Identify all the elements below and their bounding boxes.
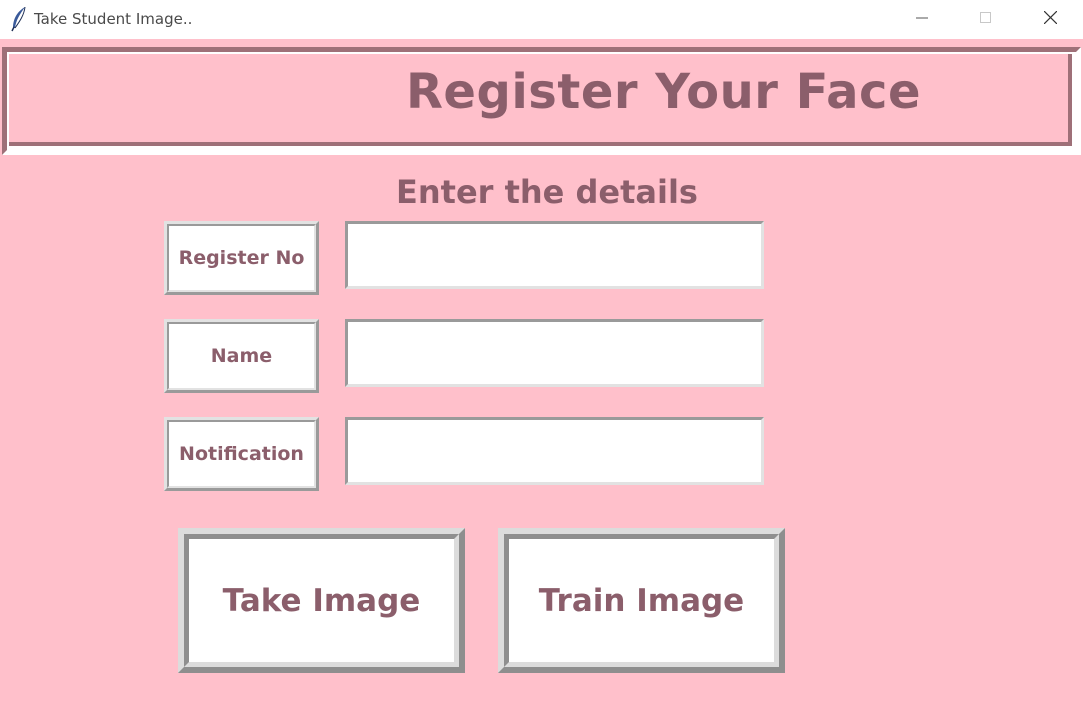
register-no-input[interactable] [345,221,764,289]
page-title: Register Your Face [405,64,922,120]
close-icon [1043,10,1057,29]
name-input[interactable] [345,319,764,387]
notification-label: Notification [164,417,319,491]
close-button[interactable] [1018,0,1082,39]
notification-field[interactable] [345,417,764,485]
maximize-icon [980,11,992,29]
feather-icon [10,6,28,32]
header-banner: Register Your Face [2,47,1081,155]
header-banner-inner: Register Your Face [9,54,1072,146]
take-image-button-label: Take Image [222,582,421,619]
minimize-button[interactable] [890,0,954,39]
minimize-icon [916,11,928,29]
register-no-label-text: Register No [178,247,305,269]
title-bar: Take Student Image.. [0,0,1083,39]
window-title: Take Student Image.. [34,10,193,28]
train-image-button-label: Train Image [538,582,745,619]
train-image-button[interactable]: Train Image [498,528,785,673]
maximize-button[interactable] [954,0,1018,39]
register-no-label: Register No [164,221,319,295]
name-label-text: Name [210,345,273,367]
take-image-button[interactable]: Take Image [178,528,465,673]
form-heading: Enter the details [396,173,698,211]
notification-label-text: Notification [179,443,304,465]
main-window: Register Your Face Enter the details Reg… [0,39,1083,702]
name-label: Name [164,319,319,393]
